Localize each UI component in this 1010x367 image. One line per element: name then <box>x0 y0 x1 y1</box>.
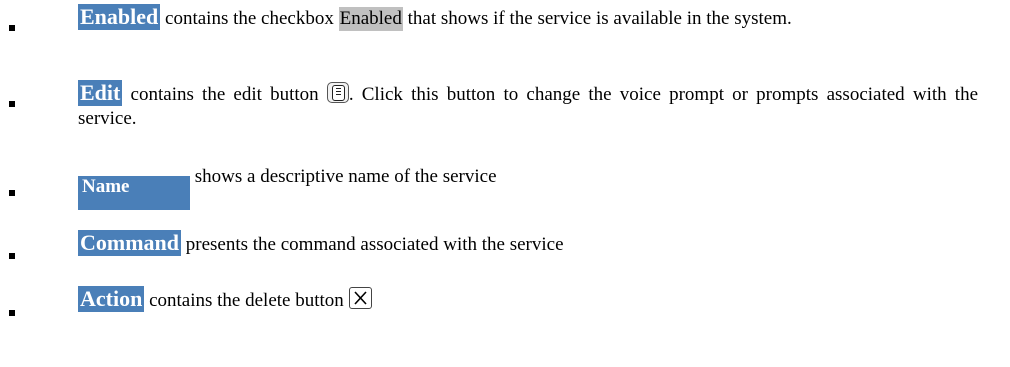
column-header-command: Command <box>78 230 182 256</box>
delete-button-icon <box>348 287 372 309</box>
text-segment: contains the checkbox <box>165 8 339 29</box>
column-header-name: Name <box>78 176 190 210</box>
text-segment: that shows if the service is available i… <box>402 8 792 29</box>
bullet <box>9 310 15 316</box>
item-text: Name shows a descriptive name of the ser… <box>78 165 978 210</box>
bullet <box>9 25 15 31</box>
text-segment: presents the command associated with the… <box>185 234 564 255</box>
text-segment: contains the edit button <box>130 84 327 105</box>
item-text: Enabled contains the checkbox Enabled th… <box>78 4 978 31</box>
bullet <box>9 253 15 259</box>
column-header-enabled: Enabled <box>78 4 161 30</box>
item-text: Command presents the command associated … <box>78 230 978 257</box>
item-text: Edit contains the edit button . Click th… <box>78 80 978 131</box>
text-segment: shows a descriptive name of the service <box>194 166 497 187</box>
document-page: Enabled contains the checkbox Enabled th… <box>0 0 1010 367</box>
bullet <box>9 190 15 196</box>
item-text: Action contains the delete button <box>78 286 978 313</box>
bullet <box>9 101 15 107</box>
edit-button-icon <box>326 82 349 103</box>
column-header-edit: Edit <box>78 80 123 106</box>
text-segment: contains the delete button <box>149 290 349 311</box>
column-header-action: Action <box>78 286 145 312</box>
checkbox-label-enabled: Enabled <box>338 7 403 31</box>
